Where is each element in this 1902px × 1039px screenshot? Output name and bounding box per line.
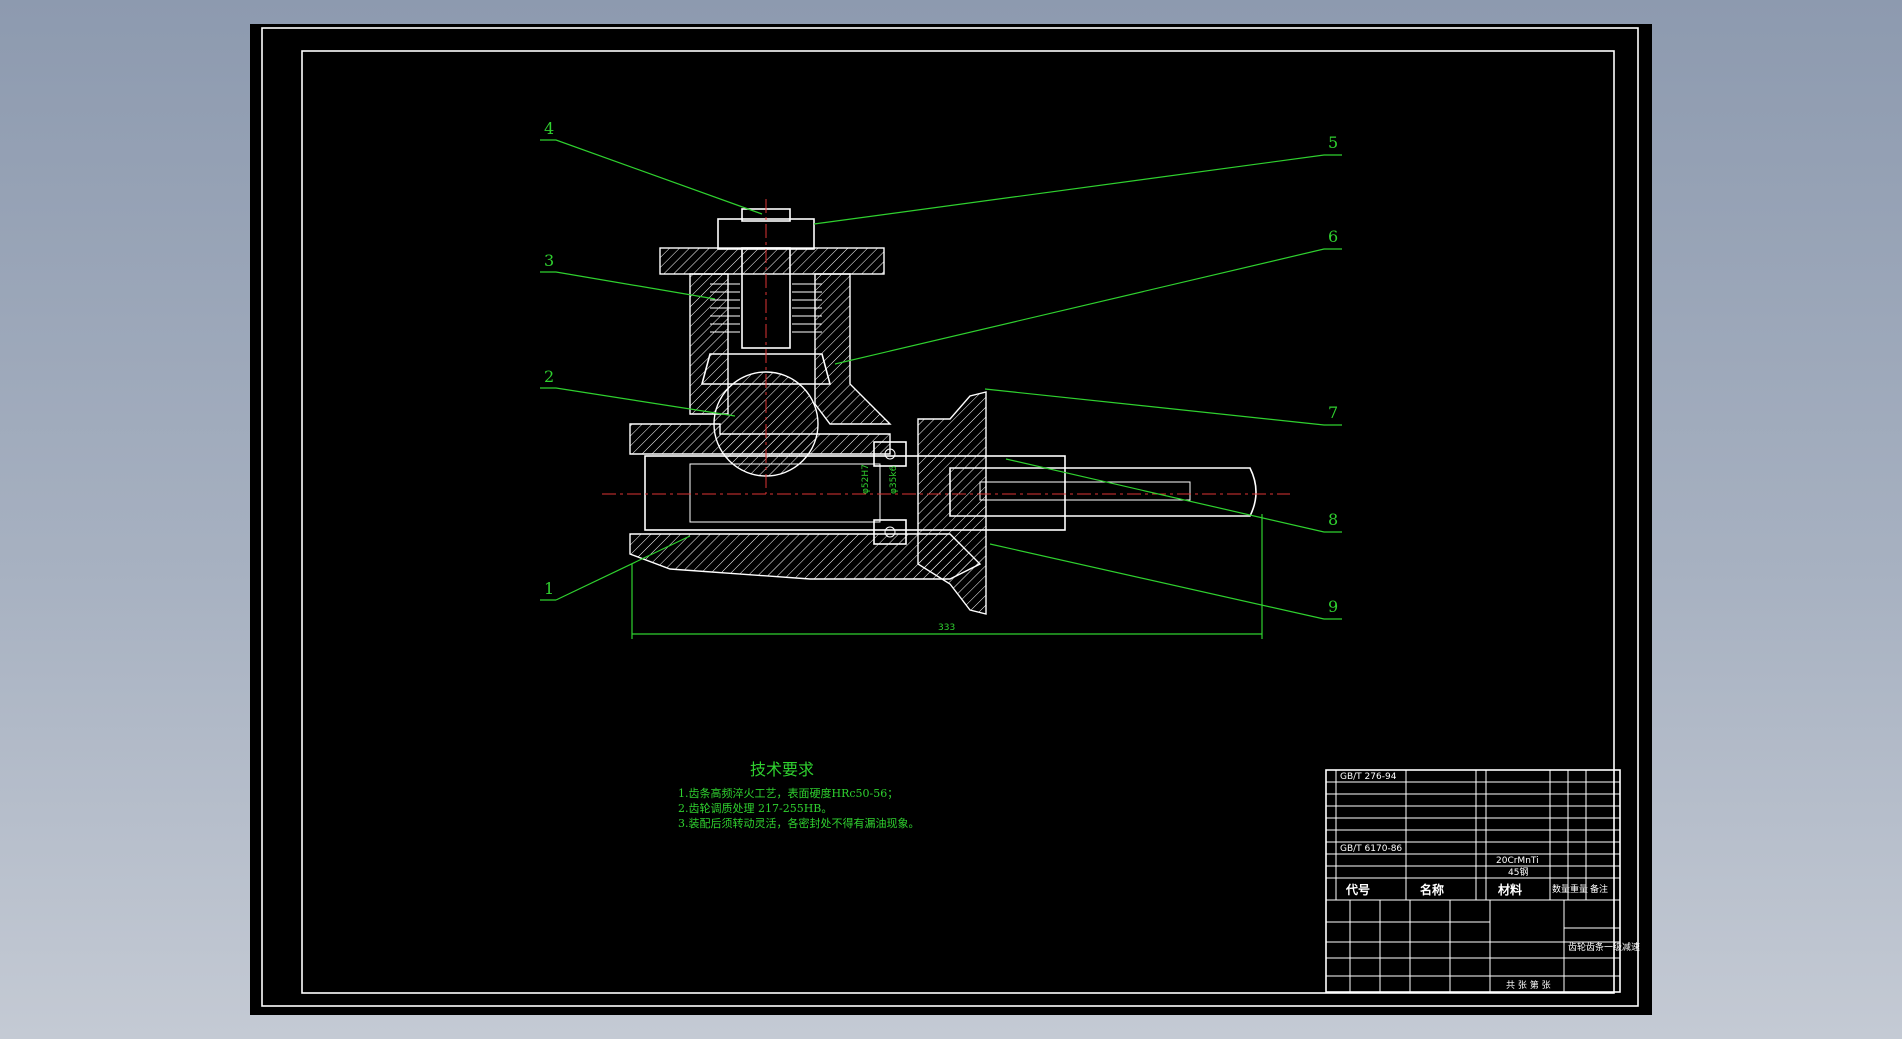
output-shaft	[949, 467, 1257, 517]
part-label-6: 6	[1328, 227, 1338, 246]
std-code-1: GB/T 276-94	[1340, 772, 1397, 782]
keyway	[979, 481, 1191, 501]
parts-list-grid	[1326, 770, 1620, 992]
housing-tower-right	[814, 273, 892, 425]
header-code: 代号	[1345, 882, 1370, 897]
technical-requirements: 技术要求 1.齿条高频淬火工艺，表面硬度HRc50-56； 2.齿轮调质处理 2…	[678, 756, 1038, 831]
header-name: 名称	[1420, 882, 1444, 897]
bore-dim-a: φ52H7	[861, 464, 871, 494]
part-label-1: 1	[544, 579, 554, 598]
drawing-title: 齿轮齿条一级减速	[1568, 941, 1640, 953]
rack-shaft	[644, 455, 1066, 531]
part-label-9: 9	[1328, 597, 1338, 616]
tech-title: 技术要求	[750, 760, 815, 779]
part-label-7: 7	[1328, 403, 1338, 422]
part-label-3: 3	[544, 251, 554, 270]
std-code-2: GB/T 6170-86	[1340, 844, 1402, 854]
housing-tower	[689, 273, 729, 415]
material-note: 20CrMnTi	[1496, 856, 1539, 866]
material-note2: 45钢	[1508, 866, 1528, 878]
part-label-5: 5	[1328, 133, 1338, 152]
dimension-value: 333	[938, 623, 955, 633]
sheet-info: 共 张 第 张	[1506, 979, 1551, 991]
part-label-2: 2	[544, 367, 554, 386]
top-cover	[659, 247, 885, 275]
flange-right	[917, 391, 987, 615]
gear-housing-assembly	[602, 199, 1290, 615]
header-qty: 数量重量	[1552, 883, 1588, 895]
assembly-drawing: 333 φ52H7 φ35k6 4 3 2 1 5 6 7 8 9 GB/T 2…	[261, 27, 1640, 1007]
tech-item-3: 3.装配后须转动灵活，各密封处不得有漏油现象。	[678, 817, 920, 830]
tech-item-2: 2.齿轮调质处理 217-255HB。	[678, 802, 833, 815]
part-label-8: 8	[1328, 510, 1338, 529]
cad-viewport[interactable]: 333 φ52H7 φ35k6 4 3 2 1 5 6 7 8 9 GB/T 2…	[250, 24, 1652, 1015]
tech-item-1: 1.齿条高频淬火工艺，表面硬度HRc50-56；	[678, 787, 899, 800]
part-label-4: 4	[544, 119, 554, 138]
bore-dim-b: φ35k6	[889, 465, 899, 494]
header-material: 材料	[1497, 882, 1522, 897]
header-remark: 备注	[1590, 883, 1608, 895]
title-block: GB/T 276-94 GB/T 6170-86 20CrMnTi 45钢 代号…	[1325, 769, 1640, 993]
